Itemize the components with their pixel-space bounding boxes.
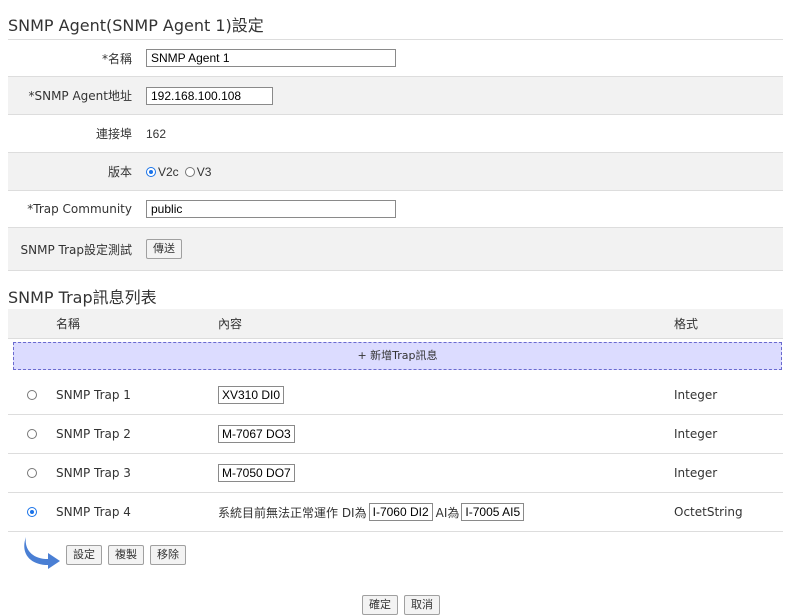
table-row[interactable]: SNMP Trap 4 系統目前無法正常運作 DI為 I-7060 DI2 AI… [8, 493, 783, 532]
version-row: 版本 V2c V3 [8, 153, 783, 191]
trap-content-tag[interactable]: XV310 DI0 [218, 386, 285, 404]
column-name: 名稱 [56, 317, 81, 331]
community-label: *Trap Community [27, 202, 132, 216]
trap-format: OctetString [674, 505, 743, 519]
trap-list: SNMP Trap 1 XV310 DI0 Integer SNMP Trap … [8, 376, 783, 532]
test-row: SNMP Trap設定測試 傳送 [8, 228, 783, 271]
table-row[interactable]: SNMP Trap 1 XV310 DI0 Integer [8, 376, 783, 415]
trap-name: SNMP Trap 4 [56, 505, 131, 519]
trap-format: Integer [674, 427, 718, 441]
trap-table: 名稱 內容 格式 [8, 309, 783, 339]
trap-table-header: 名稱 內容 格式 [8, 309, 783, 339]
version-radio-v2c[interactable]: V2c [146, 165, 179, 179]
remove-button[interactable]: 移除 [150, 545, 186, 565]
trap-content-tag[interactable]: M-7067 DO3 [218, 425, 295, 443]
trap-name: SNMP Trap 2 [56, 427, 131, 441]
trap-name: SNMP Trap 1 [56, 388, 131, 402]
address-label: *SNMP Agent地址 [28, 89, 132, 103]
trap-format: Integer [674, 388, 718, 402]
trap-section-title: SNMP Trap訊息列表 [8, 288, 157, 307]
test-label: SNMP Trap設定測試 [20, 242, 132, 257]
table-row[interactable]: SNMP Trap 2 M-7067 DO3 Integer [8, 415, 783, 454]
cancel-button[interactable]: 取消 [404, 595, 440, 615]
add-trap-button[interactable]: + 新增Trap訊息 [13, 342, 782, 370]
column-content: 內容 [218, 317, 243, 331]
curved-arrow-icon [24, 537, 60, 569]
row-radio[interactable] [27, 468, 37, 478]
agent-section-title: SNMP Agent(SNMP Agent 1)設定 [8, 16, 264, 35]
trap-content-tag[interactable]: M-7050 DO7 [218, 464, 295, 482]
table-row[interactable]: SNMP Trap 3 M-7050 DO7 Integer [8, 454, 783, 493]
trap-content-prefix: 系統目前無法正常運作 DI為 [218, 505, 367, 520]
trap-content-tag[interactable]: I-7060 DI2 [368, 503, 433, 521]
community-row: *Trap Community [8, 191, 783, 228]
column-format: 格式 [674, 317, 699, 331]
row-radio[interactable] [27, 390, 37, 400]
ok-button[interactable]: 確定 [362, 595, 398, 615]
name-input[interactable] [146, 49, 396, 67]
trap-name: SNMP Trap 3 [56, 466, 131, 480]
version-radio-v3[interactable]: V3 [184, 165, 211, 179]
trap-format: Integer [674, 466, 718, 480]
send-button[interactable]: 傳送 [146, 239, 182, 259]
radio-selected-icon [146, 166, 156, 177]
trap-content-mid: AI為 [435, 505, 460, 520]
port-value: 162 [146, 126, 167, 141]
port-label: 連接埠 [95, 127, 132, 141]
row-radio[interactable] [27, 507, 37, 517]
set-button[interactable]: 設定 [66, 545, 102, 565]
agent-form: *名稱 *SNMP Agent地址 連接埠 162 版本 V2c V3 *Tra… [8, 39, 783, 271]
address-row: *SNMP Agent地址 [8, 77, 783, 115]
name-label: *名稱 [101, 51, 132, 66]
row-actions: 設定 複製 移除 [66, 545, 186, 565]
trap-content-tag[interactable]: I-7005 AI5 [461, 503, 525, 521]
address-input[interactable] [146, 86, 273, 105]
version-label: 版本 [107, 165, 132, 179]
row-radio[interactable] [27, 429, 37, 439]
community-input[interactable] [146, 200, 396, 218]
footer-actions: 確定 取消 [362, 595, 440, 615]
name-row: *名稱 [8, 39, 783, 77]
port-row: 連接埠 162 [8, 115, 783, 153]
copy-button[interactable]: 複製 [108, 545, 144, 565]
radio-unselected-icon [184, 166, 195, 177]
